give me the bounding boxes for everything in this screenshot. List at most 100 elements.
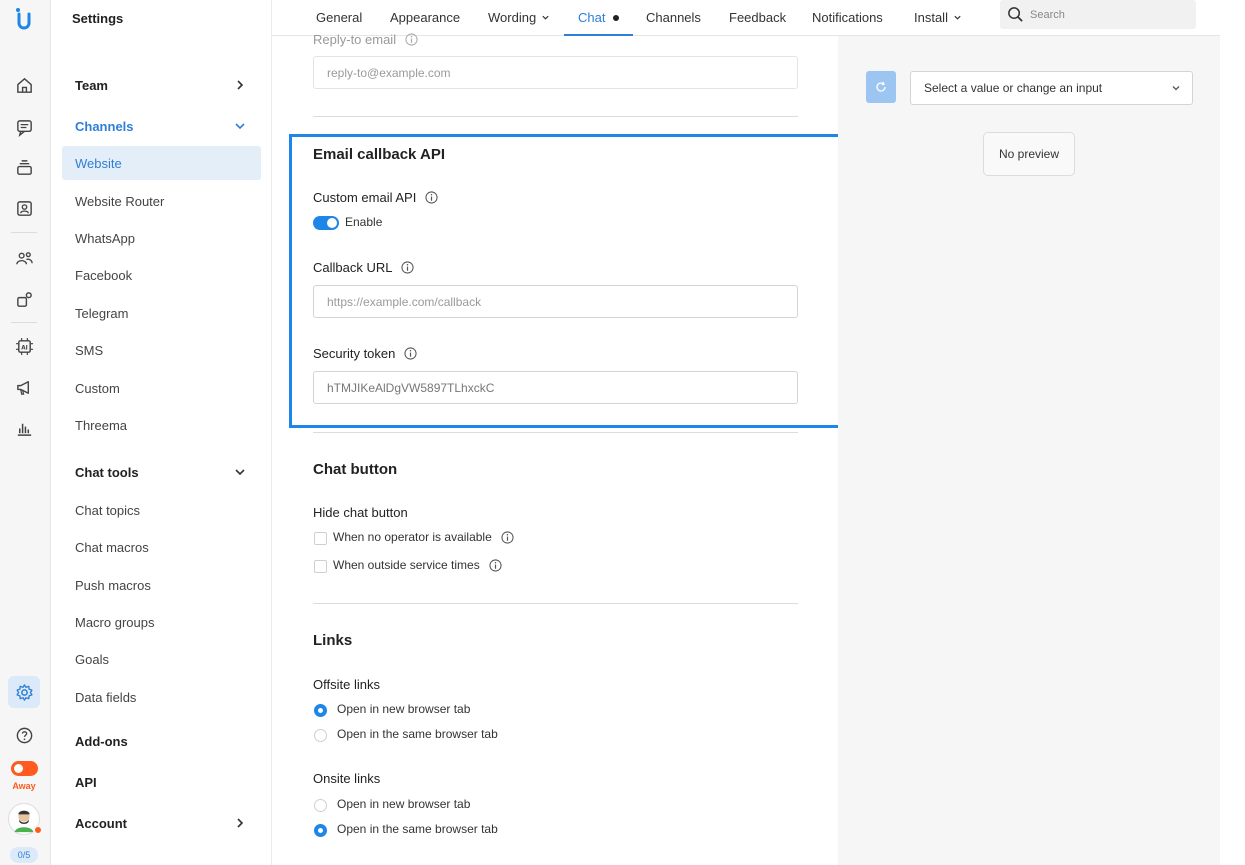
app-rail: AI Away 0/5 [0, 0, 51, 865]
sidebar-item-goals[interactable]: Goals [62, 642, 261, 676]
svg-text:AI: AI [21, 345, 28, 351]
sidebar-item-whatsapp[interactable]: WhatsApp [62, 221, 261, 255]
help-icon[interactable] [12, 723, 36, 747]
onsite-same-tab-label: Open in the same browser tab [337, 822, 498, 836]
sidebar-item-label: Macro groups [75, 614, 155, 630]
field-label: Security token [313, 346, 396, 361]
info-icon[interactable] [401, 261, 415, 274]
chat-icon[interactable] [12, 115, 36, 139]
tab-label: Notifications [812, 10, 883, 25]
sidebar-item-label: Data fields [75, 689, 137, 705]
search-input[interactable] [1030, 0, 1190, 29]
sidebar-item-data-fields[interactable]: Data fields [62, 680, 261, 714]
settings-icon[interactable] [12, 680, 36, 704]
sidebar-item-label: Threema [75, 417, 128, 433]
offsite-same-tab-radio[interactable] [314, 729, 327, 742]
sidebar-item-team[interactable]: Team [62, 68, 261, 102]
tab-wording[interactable]: Wording [488, 0, 550, 36]
preview-select[interactable]: Select a value or change an input [910, 71, 1193, 105]
reply-to-email-input[interactable] [313, 56, 798, 89]
sidebar-item-label: SMS [75, 342, 104, 358]
tab-install[interactable]: Install [914, 0, 962, 36]
search-box[interactable] [1000, 0, 1196, 29]
tab-label: General [316, 10, 363, 25]
section-divider [313, 603, 798, 604]
sidebar-item-label: Channels [75, 118, 134, 134]
sidebar-item-push-macros[interactable]: Push macros [62, 568, 261, 602]
contacts-icon[interactable] [12, 196, 36, 220]
info-icon[interactable] [425, 191, 438, 204]
sidebar-item-facebook[interactable]: Facebook [62, 258, 261, 292]
refresh-preview-button[interactable] [866, 71, 896, 103]
home-icon[interactable] [12, 73, 36, 97]
sidebar-item-account[interactable]: Account [62, 806, 261, 840]
no-operator-option: When no operator is available [333, 530, 514, 544]
info-icon[interactable] [489, 558, 502, 572]
sidebar-item-label: Chat topics [75, 502, 141, 518]
sidebar-item-custom[interactable]: Custom [62, 371, 261, 405]
sidebar-item-api[interactable]: API [62, 765, 261, 799]
callback-url-input[interactable] [313, 285, 798, 318]
offsite-new-tab-radio[interactable] [314, 704, 327, 717]
section-divider [313, 116, 798, 117]
sidebar-item-macro-groups[interactable]: Macro groups [62, 605, 261, 639]
email-callback-heading: Email callback API [313, 146, 446, 163]
field-label: Callback URL [313, 260, 393, 275]
security-token-input[interactable] [313, 371, 798, 404]
sidebar-item-label: Chat macros [75, 539, 149, 555]
outside-hours-checkbox[interactable] [314, 560, 327, 573]
no-preview-box: No preview [983, 132, 1075, 176]
megaphone-icon[interactable] [12, 375, 36, 399]
onsite-new-tab-label: Open in new browser tab [337, 797, 471, 811]
onsite-links-label: Onsite links [313, 771, 381, 786]
tab-chat[interactable]: Chat [564, 0, 633, 36]
tab-appearance[interactable]: Appearance [390, 0, 460, 36]
tab-general[interactable]: General [316, 0, 362, 36]
info-icon[interactable] [501, 530, 514, 544]
tab-feedback[interactable]: Feedback [729, 0, 786, 36]
no-operator-checkbox[interactable] [314, 532, 327, 545]
availability-status: Away [12, 781, 36, 791]
sidebar-item-label: Chat tools [75, 464, 139, 480]
option-label: When no operator is available [333, 530, 492, 544]
sidebar-item-add-ons[interactable]: Add-ons [62, 724, 261, 758]
analytics-icon[interactable] [12, 416, 36, 440]
availability-toggle[interactable] [11, 761, 38, 776]
info-icon[interactable] [404, 347, 417, 360]
custom-email-api-toggle[interactable] [313, 216, 339, 230]
sidebar-item-telegram[interactable]: Telegram [62, 296, 261, 330]
sidebar-item-chat-topics[interactable]: Chat topics [62, 493, 261, 527]
option-label: When outside service times [333, 558, 480, 572]
sidebar-item-label: Telegram [75, 305, 129, 321]
enable-label: Enable [345, 215, 383, 229]
sidebar-item-website-router[interactable]: Website Router [62, 184, 261, 218]
preview-panel: Select a value or change an input No pre… [838, 36, 1220, 865]
sidebar-item-chat-macros[interactable]: Chat macros [62, 530, 261, 564]
ai-chip-icon[interactable]: AI [12, 334, 36, 358]
tab-channels[interactable]: Channels [646, 0, 701, 36]
sidebar-item-chat-tools[interactable]: Chat tools [62, 455, 261, 489]
sidebar-item-label: Add-ons [75, 733, 128, 749]
sidebar-item-threema[interactable]: Threema [62, 408, 261, 442]
settings-sidebar: Settings Team Channels Website Website R… [51, 0, 272, 865]
onsite-same-tab-radio[interactable] [314, 824, 327, 837]
inbox-stack-icon[interactable] [12, 155, 36, 179]
chevron-down-icon [954, 15, 961, 20]
rail-divider [11, 322, 37, 323]
team-icon[interactable] [12, 246, 36, 270]
apps-icon[interactable] [12, 287, 36, 311]
info-icon[interactable] [405, 33, 418, 46]
rail-divider [11, 232, 37, 233]
chevron-down-icon [235, 469, 245, 476]
sidebar-item-channels[interactable]: Channels [62, 109, 261, 143]
logo-icon[interactable] [10, 6, 38, 34]
sidebar-item-website[interactable]: Website [62, 146, 261, 180]
offsite-new-tab-label: Open in new browser tab [337, 702, 471, 716]
tab-label: Channels [646, 10, 701, 25]
onsite-new-tab-radio[interactable] [314, 799, 327, 812]
sidebar-item-label: Goals [75, 651, 109, 667]
sidebar-item-sms[interactable]: SMS [62, 333, 261, 367]
tab-notifications[interactable]: Notifications [812, 0, 883, 36]
avatar[interactable] [8, 803, 43, 835]
chat-button-heading: Chat button [313, 461, 398, 478]
